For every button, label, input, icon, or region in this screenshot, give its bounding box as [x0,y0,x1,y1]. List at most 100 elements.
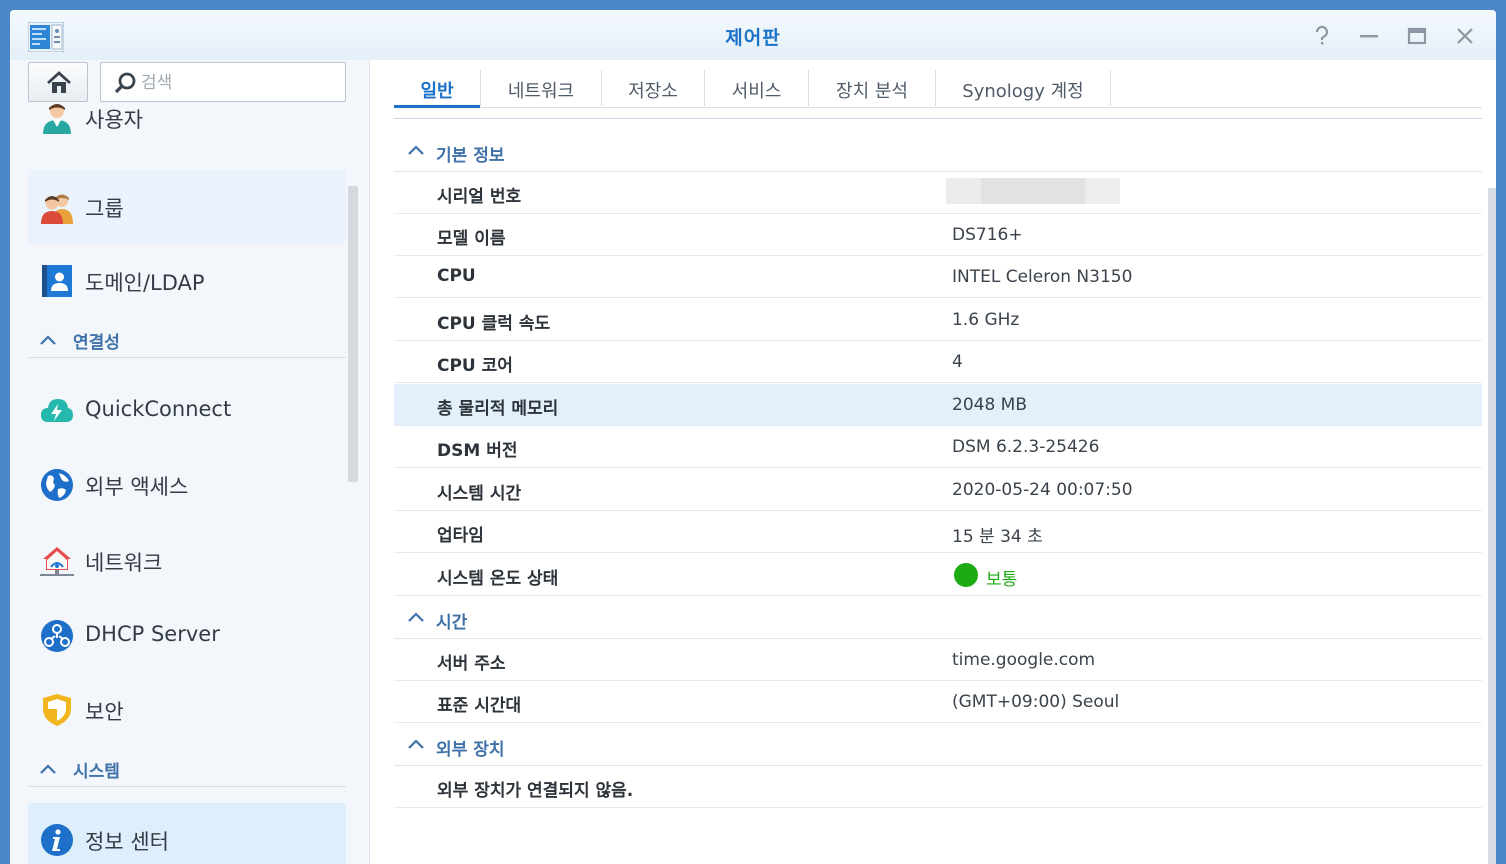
info-row-dsm-version: DSM 버전 DSM 6.2.3-25426 [394,426,1482,468]
info-label: CPU [437,266,476,286]
info-value: 2020-05-24 00:07:50 [952,480,1133,500]
section-external-devices[interactable]: 외부 장치 [394,724,1482,766]
sidebar-item-user[interactable]: 사용자 [28,96,346,152]
info-value: INTEL Celeron N3150 [952,267,1133,287]
external-devices-message: 외부 장치가 연결되지 않음. [437,781,634,801]
info-label: CPU 클럭 속도 [437,314,551,334]
info-label: 모델 이름 [437,229,506,249]
info-row-uptime: 업타임 15 분 34 초 [394,511,1482,553]
info-row-timezone: 표준 시간대 (GMT+09:00) Seoul [394,681,1482,723]
info-label: 표준 시간대 [437,696,522,716]
info-label: 시리얼 번호 [437,187,522,207]
info-label: 서버 주소 [437,654,506,674]
sidebar-section-system[interactable]: 시스템 [28,751,346,787]
temperature-status: 보통 [986,570,1018,590]
sidebar-item-label: 그룹 [85,197,124,221]
group-icon [41,194,73,224]
info-label: 총 물리적 메모리 [437,399,559,419]
sidebar-item-label: 네트워크 [85,551,163,575]
info-value: 2048 MB [952,395,1027,415]
sidebar-item-label: 정보 센터 [85,830,169,854]
title-bar[interactable]: 제어판 [10,10,1496,60]
dhcp-server-icon [41,620,73,652]
info-row-cpu-cores: CPU 코어 4 [394,341,1482,383]
section-basic-info[interactable]: 기본 정보 [394,130,1482,172]
sidebar-item-label: 보안 [85,700,124,724]
tab-device-analytics[interactable]: 장치 분석 [809,60,935,108]
info-label: 업타임 [437,526,484,546]
sidebar-item-label: DHCP Server [85,622,220,646]
tab-network[interactable]: 네트워크 [481,60,601,108]
info-center-icon [41,824,73,856]
chevron-up-icon [408,145,424,155]
tab-general[interactable]: 일반 [394,60,480,108]
sidebar: 사용자 그룹 도메인/LDAP [10,60,370,864]
sidebar-section-label: 연결성 [73,333,120,353]
section-time[interactable]: 시간 [394,597,1482,639]
tab-underline [394,118,1482,119]
info-row-external-none: 외부 장치가 연결되지 않음. [394,766,1482,808]
info-row-serial: 시리얼 번호 [394,172,1482,214]
maximize-icon[interactable] [1405,24,1429,48]
sidebar-item-domain-ldap[interactable]: 도메인/LDAP [28,244,346,318]
info-row-memory: 총 물리적 메모리 2048 MB [394,384,1482,426]
tab-separator [1110,70,1111,106]
sidebar-section-connectivity[interactable]: 연결성 [28,322,346,358]
network-icon [40,547,74,576]
sidebar-item-label: QuickConnect [85,397,232,421]
info-row-system-time: 시스템 시간 2020-05-24 00:07:50 [394,469,1482,511]
help-icon[interactable] [1310,24,1334,48]
main-panel: 일반 네트워크 저장소 서비스 장치 분석 Synology 계정 기본 정보 … [370,60,1496,864]
tab-storage[interactable]: 저장소 [602,60,704,108]
tab-synology-account[interactable]: Synology 계정 [936,60,1110,108]
sidebar-item-label: 도메인/LDAP [85,271,205,295]
sidebar-item-network[interactable]: 네트워크 [28,524,346,598]
tab-service[interactable]: 서비스 [705,60,808,108]
section-title: 외부 장치 [436,740,505,760]
sidebar-item-group[interactable]: 그룹 [28,170,346,244]
info-value: (GMT+09:00) Seoul [952,692,1120,712]
info-row-temperature: 시스템 온도 상태 보통 [394,554,1482,596]
info-label: 시스템 시간 [437,484,522,504]
sidebar-item-label: 외부 액세스 [85,475,189,499]
home-icon [47,71,71,93]
status-ok-icon [954,563,978,587]
security-shield-icon [43,694,71,726]
info-row-cpu: CPU INTEL Celeron N3150 [394,256,1482,298]
sidebar-scrollbar[interactable] [348,186,358,482]
sidebar-section-label: 시스템 [73,762,120,782]
search-input[interactable] [141,71,331,95]
quickconnect-icon [41,399,73,422]
window-title: 제어판 [725,27,781,49]
info-value: DSM 6.2.3-25426 [952,437,1100,457]
info-row-cpu-clock: CPU 클럭 속도 1.6 GHz [394,299,1482,341]
sidebar-item-quickconnect[interactable]: QuickConnect [28,374,346,448]
domain-ldap-icon [42,265,72,297]
tab-bar: 일반 네트워크 저장소 서비스 장치 분석 Synology 계정 [394,60,1482,108]
external-access-icon [41,469,73,501]
info-label: 시스템 온도 상태 [437,569,559,589]
serial-number-redacted [946,178,1120,204]
info-value: 15 분 34 초 [952,527,1043,547]
search-icon [114,72,136,94]
sidebar-item-dhcp-server[interactable]: DHCP Server [28,599,346,673]
sidebar-item-info-center[interactable]: 정보 센터 [28,803,346,864]
info-row-model: 모델 이름 DS716+ [394,214,1482,256]
close-icon[interactable] [1453,24,1477,48]
sidebar-item-external-access[interactable]: 외부 액세스 [28,448,346,522]
chevron-up-icon [40,764,56,774]
section-title: 기본 정보 [436,146,505,166]
section-title: 시간 [436,613,468,633]
sidebar-item-label: 사용자 [85,108,143,132]
info-value: 4 [952,352,963,372]
minimize-icon[interactable] [1357,24,1381,48]
sidebar-item-security[interactable]: 보안 [28,673,346,747]
chevron-up-icon [408,612,424,622]
chevron-up-icon [40,335,56,345]
user-icon [43,104,71,134]
control-panel-window: 제어판 검색 사용자 그룹 도메인/LDAP 연결성 QuickConnect … [10,10,1496,864]
window-right-edge [1488,188,1496,864]
info-value: time.google.com [952,650,1096,670]
info-value: 1.6 GHz [952,310,1020,330]
chevron-up-icon [408,739,424,749]
